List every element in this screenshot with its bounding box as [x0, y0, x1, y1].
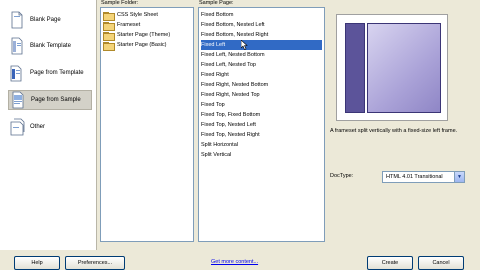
- sample-page-list[interactable]: Fixed Bottom Fixed Bottom, Nested Left F…: [198, 7, 325, 242]
- folder-icon: [103, 31, 115, 41]
- page-item[interactable]: Fixed Bottom, Nested Left: [201, 20, 265, 30]
- page-item[interactable]: Fixed Top: [201, 100, 225, 110]
- page-item[interactable]: Fixed Right, Nested Bottom: [201, 80, 268, 90]
- preferences-button[interactable]: Preferences...: [65, 256, 125, 270]
- mouse-cursor-icon: [241, 40, 248, 50]
- page-item[interactable]: Fixed Right: [201, 70, 229, 80]
- page-item[interactable]: Fixed Right, Nested Top: [201, 90, 260, 100]
- category-label: Page from Template: [30, 70, 84, 76]
- folder-item-css-style-sheet[interactable]: CSS Style Sheet: [103, 10, 191, 21]
- category-blank-template[interactable]: Blank Template: [8, 36, 92, 56]
- folder-item-starter-theme[interactable]: Starter Page (Theme): [103, 30, 191, 41]
- frameset-preview: [336, 14, 448, 121]
- folder-icon: [103, 11, 115, 21]
- page-item[interactable]: Fixed Top, Fixed Bottom: [201, 110, 260, 120]
- page-item[interactable]: Fixed Bottom, Nested Right: [201, 30, 268, 40]
- folder-item-frameset[interactable]: Frameset: [103, 20, 191, 31]
- category-other[interactable]: Other: [8, 117, 92, 137]
- folder-icon: [103, 41, 115, 51]
- doctype-value: HTML 4.01 Transitional: [386, 174, 443, 180]
- create-button[interactable]: Create: [367, 256, 413, 270]
- preview-description: A frameset split vertically with a fixed…: [330, 128, 458, 134]
- preview-left-frame: [345, 23, 365, 113]
- get-more-content-link[interactable]: Get more content...: [211, 259, 258, 265]
- page-from-sample-icon: [9, 91, 27, 109]
- doctype-label: DocType:: [330, 173, 354, 179]
- blank-page-icon: [8, 11, 26, 29]
- help-button[interactable]: Help: [14, 256, 60, 270]
- category-blank-page[interactable]: Blank Page: [8, 10, 92, 30]
- doctype-select[interactable]: HTML 4.01 Transitional ▼: [382, 171, 465, 183]
- category-label: Other: [30, 124, 46, 130]
- page-item-selected[interactable]: Fixed Left: [201, 40, 322, 50]
- page-item[interactable]: Fixed Left, Nested Bottom: [201, 50, 265, 60]
- folder-item-starter-basic[interactable]: Starter Page (Basic): [103, 40, 191, 51]
- category-pane: Blank Page Blank Template Page from Temp…: [0, 0, 97, 250]
- category-label: Blank Page: [30, 17, 61, 23]
- preview-right-frame: [367, 23, 441, 113]
- cancel-button[interactable]: Cancel: [418, 256, 464, 270]
- sample-folder-list[interactable]: CSS Style Sheet Frameset Starter Page (T…: [100, 7, 194, 242]
- page-item[interactable]: Split Horizontal: [201, 140, 238, 150]
- category-page-from-sample[interactable]: Page from Sample: [8, 90, 92, 110]
- category-page-from-template[interactable]: Page from Template: [8, 63, 92, 83]
- blank-template-icon: [8, 37, 26, 55]
- page-item[interactable]: Fixed Top, Nested Right: [201, 130, 260, 140]
- sample-page-label: Sample Page:: [199, 0, 234, 6]
- page-item[interactable]: Fixed Top, Nested Left: [201, 120, 256, 130]
- other-icon: [8, 118, 26, 136]
- chevron-down-icon[interactable]: ▼: [454, 172, 464, 182]
- sample-folder-label: Sample Folder:: [101, 0, 139, 6]
- page-item[interactable]: Split Vertical: [201, 150, 231, 160]
- page-from-template-icon: [8, 64, 26, 82]
- category-label: Blank Template: [30, 43, 71, 49]
- page-item[interactable]: Fixed Left, Nested Top: [201, 60, 256, 70]
- folder-open-icon: [103, 21, 115, 31]
- page-item[interactable]: Fixed Bottom: [201, 10, 233, 20]
- category-label: Page from Sample: [31, 97, 81, 103]
